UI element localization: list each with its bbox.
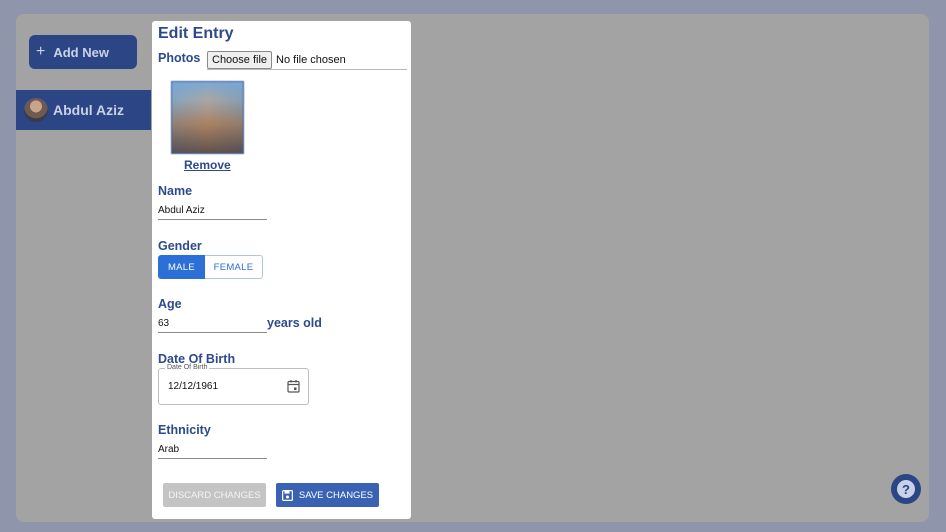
avatar (24, 98, 48, 122)
dob-legend: Date Of Birth (165, 364, 210, 371)
help-icon: ? (897, 480, 915, 498)
ethnicity-label: Ethnicity (158, 423, 211, 437)
help-button[interactable]: ? (891, 474, 921, 504)
sidebar-item-entry[interactable]: Abdul Aziz (16, 90, 151, 130)
file-input: Choose file No file chosen (207, 51, 407, 70)
age-unit: years old (267, 316, 322, 330)
add-new-button[interactable]: + Add New (29, 35, 137, 69)
name-input[interactable] (158, 202, 267, 220)
edit-entry-panel: Edit Entry Photos Choose file No file ch… (152, 21, 411, 519)
save-icon (281, 489, 293, 501)
name-label: Name (158, 184, 193, 198)
age-label: Age (158, 297, 182, 311)
discard-changes-button[interactable]: DISCARD CHANGES (163, 483, 266, 507)
sidebar-item-label: Abdul Aziz (53, 102, 125, 118)
calendar-icon[interactable] (287, 379, 300, 393)
photos-label: Photos (158, 51, 201, 65)
ethnicity-input[interactable] (158, 441, 267, 459)
add-new-label: Add New (53, 44, 109, 60)
dob-value: 12/12/1961 (168, 381, 219, 392)
gender-label: Gender (158, 239, 202, 253)
remove-photo-link[interactable]: Remove (184, 158, 231, 172)
choose-file-button[interactable]: Choose file (207, 51, 273, 69)
gender-toggle: MALE FEMALE (158, 255, 263, 279)
save-changes-label: SAVE CHANGES (298, 489, 374, 501)
save-changes-button[interactable]: SAVE CHANGES (276, 483, 379, 507)
dob-date-picker[interactable]: Date Of Birth 12/12/1961 (158, 364, 309, 405)
gender-male-button[interactable]: MALE (158, 255, 205, 279)
sidebar: + Add New Abdul Aziz (16, 14, 151, 522)
age-input[interactable] (158, 315, 267, 333)
gender-female-button[interactable]: FEMALE (205, 255, 263, 279)
plus-icon: + (36, 43, 46, 60)
page-title: Edit Entry (158, 25, 234, 42)
file-status: No file chosen (276, 54, 346, 66)
photo-thumbnail[interactable] (171, 81, 244, 154)
